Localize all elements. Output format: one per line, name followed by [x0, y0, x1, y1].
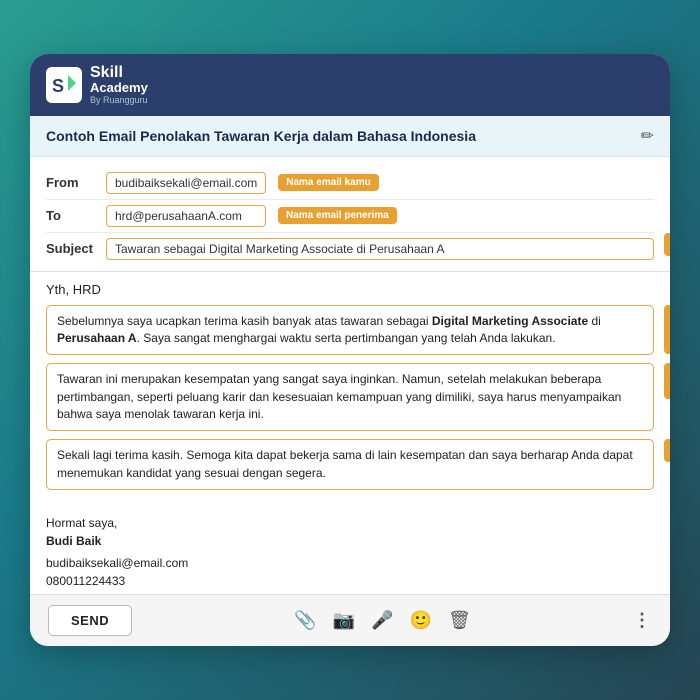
emoji-icon[interactable]: 🙂 — [410, 610, 432, 631]
logo-academy: Academy — [90, 81, 148, 95]
subject-row: Subject Tawaran sebagai Digital Marketin… — [46, 233, 654, 265]
more-icon[interactable]: ⋮ — [633, 610, 652, 631]
paragraph-2: Tawaran ini merupakan kesempatan yang sa… — [46, 363, 654, 431]
paragraph-3: Sekali lagi terima kasih. Semoga kita da… — [46, 439, 654, 490]
svg-text:S: S — [52, 76, 64, 96]
paragraph-row-1: Sebelumnya saya ucapkan terima kasih ban… — [46, 305, 654, 356]
delete-icon[interactable]: 🗑 — [448, 610, 471, 631]
camera-icon[interactable]: 📷 — [333, 610, 355, 631]
title-bar: Contoh Email Penolakan Tawaran Kerja dal… — [30, 116, 670, 157]
greeting: Yth, HRD — [46, 282, 654, 297]
attachment-icon[interactable]: 📎 — [294, 610, 316, 631]
closing: Hormat saya, — [46, 514, 654, 532]
edit-icon[interactable]: ✏ — [641, 126, 654, 146]
microphone-icon[interactable]: 🎤 — [371, 610, 393, 631]
logo-skill: Skill — [90, 64, 148, 82]
email-body: Yth, HRD Sebelumnya saya ucapkan terima … — [30, 272, 670, 509]
main-card: S Skill Academy By Ruangguru Contoh Emai… — [30, 54, 670, 647]
from-label: From — [46, 175, 98, 190]
email-form: From budibaiksekali@email.com Nama email… — [30, 157, 670, 272]
sender-email: budibaiksekali@email.com — [46, 554, 654, 572]
para-tooltip-1: Kalimat pembuka dan ucapan terima kasih … — [664, 305, 670, 354]
paragraph-1: Sebelumnya saya ucapkan terima kasih ban… — [46, 305, 654, 356]
logo-text: Skill Academy By Ruangguru — [90, 64, 148, 106]
toolbar-icons: 📎 📷 🎤 🙂 🗑 — [294, 610, 471, 631]
send-button[interactable]: SEND — [48, 605, 132, 636]
from-row: From budibaiksekali@email.com Nama email… — [46, 167, 654, 200]
sender-phone: 080011224433 — [46, 572, 654, 590]
bottom-toolbar: SEND 📎 📷 🎤 🙂 🗑 ⋮ — [30, 594, 670, 646]
to-label: To — [46, 208, 98, 223]
para-tooltip-3: Kalimat penutup — [664, 439, 670, 462]
logo-icon: S — [46, 67, 82, 103]
subject-label: Subject — [46, 241, 98, 256]
paragraph-row-3: Sekali lagi terima kasih. Semoga kita da… — [46, 439, 654, 490]
sender-name: Budi Baik — [46, 532, 654, 550]
header-bar: S Skill Academy By Ruangguru — [30, 54, 670, 116]
signature: Hormat saya, Budi Baik budibaiksekali@em… — [30, 508, 670, 594]
from-tooltip: Nama email kamu — [278, 174, 379, 191]
subject-tooltip: Subject yang harus sesuai dengan tujuan … — [664, 233, 670, 256]
to-value[interactable]: hrd@perusahaanA.com — [106, 205, 266, 227]
to-tooltip: Nama email penerima — [278, 207, 397, 224]
from-value[interactable]: budibaiksekali@email.com — [106, 172, 266, 194]
logo-area: S Skill Academy By Ruangguru — [46, 64, 148, 106]
subject-value[interactable]: Tawaran sebagai Digital Marketing Associ… — [106, 238, 654, 260]
para-tooltip-2: Alasan penolakan yang jelas — [664, 363, 670, 399]
to-row: To hrd@perusahaanA.com Nama email peneri… — [46, 200, 654, 233]
logo-by: By Ruangguru — [90, 96, 148, 106]
paragraph-row-2: Tawaran ini merupakan kesempatan yang sa… — [46, 363, 654, 431]
page-title: Contoh Email Penolakan Tawaran Kerja dal… — [46, 128, 476, 144]
